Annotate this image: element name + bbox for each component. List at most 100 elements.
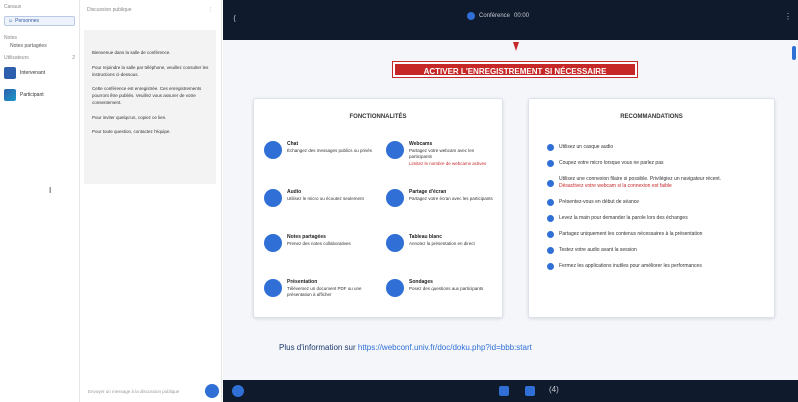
camera-button[interactable] <box>525 386 535 396</box>
info-icon <box>547 215 554 222</box>
session-info: Conférence 00:00 <box>467 12 529 20</box>
session-timer: 00:00 <box>514 13 530 19</box>
chat-message: Pour toute question, contactez l'équipe. <box>92 129 171 135</box>
user-list-item[interactable]: Participant <box>0 84 79 106</box>
arrow-icon <box>513 42 519 51</box>
feature-item: Notes partagées Prenez des notes collabor… <box>264 234 376 252</box>
feature-desc: Posez des questions aux participants <box>409 286 484 291</box>
recommendation-text: Testez votre audio avant la session <box>559 247 637 253</box>
chat-messages: Bienvenue dans la salle de conférence. P… <box>84 30 216 184</box>
info-icon <box>547 160 554 167</box>
info-icon <box>547 263 554 270</box>
send-button[interactable] <box>205 384 219 398</box>
feature-text: Présentation Téléversez un document PDF o… <box>287 279 376 299</box>
chat-title: Discussion publique <box>87 7 132 13</box>
sidebar-top-label: Canaux <box>4 4 22 10</box>
feature-item: Présentation Téléversez un document PDF o… <box>264 279 376 299</box>
recommendations-list: Utilisez un casque audio Coupez votre mi… <box>547 144 767 279</box>
presentation-icon <box>264 279 282 297</box>
recommendation-text: Coupez votre micro lorsque vous ne parle… <box>559 160 664 166</box>
info-icon <box>547 199 554 206</box>
feature-desc: Échangez des messages publics ou privés <box>287 148 373 153</box>
info-icon <box>547 179 554 187</box>
feature-item: Partage d'écran Partagez votre écran avec… <box>386 189 498 207</box>
users-count: 2 <box>72 55 75 61</box>
feature-desc: Utilisez le micro ou écoutez seulement <box>287 196 364 201</box>
user-list-item[interactable]: Intervenant <box>0 62 79 84</box>
feature-title: Chat <box>287 141 299 147</box>
record-banner: ACTIVER L'ENREGISTREMENT SI NÉCESSAIRE <box>393 62 637 77</box>
feature-title: Webcams <box>409 141 433 147</box>
user-icon: ☺ <box>8 18 14 24</box>
record-icon[interactable] <box>467 12 475 20</box>
users-section-header: Utilisateurs 2 <box>0 50 79 62</box>
features-panel: FONCTIONNALITÉS Chat Échangez des message… <box>253 98 503 318</box>
feature-desc: Partagez votre écran avec les participan… <box>409 196 493 201</box>
recommendations-panel: RECOMMANDATIONS Utilisez un casque audio… <box>528 98 775 318</box>
feature-item: Tableau blanc Annotez la présentation en … <box>386 234 498 252</box>
feature-text: Webcams Partagez votre webcam avec les pa… <box>409 141 498 167</box>
feature-desc: Partagez votre webcam avec les participa… <box>409 148 475 160</box>
text-cursor-icon: I <box>49 186 52 195</box>
options-menu-icon[interactable]: ⋮ <box>784 12 792 21</box>
shared-notes-item[interactable]: Notes partagées <box>0 42 79 50</box>
more-info-prefix: Plus d'information sur <box>279 343 356 352</box>
microphone-button[interactable] <box>499 386 509 396</box>
recommendation-text: Présentez-vous en début de séance <box>559 199 640 205</box>
feature-item: Webcams Partagez votre webcam avec les pa… <box>386 141 498 167</box>
chat-message: Pour rejoindre la salle par téléphone, v… <box>92 64 209 77</box>
feature-title: Audio <box>287 189 302 195</box>
feature-title: Présentation <box>287 279 318 285</box>
user-name: Participant <box>20 92 44 98</box>
feature-text: Sondages Posez des questions aux particip… <box>409 279 483 292</box>
feature-text: Audio Utilisez le micro ou écoutez seulem… <box>287 189 364 202</box>
recommendation-text: Fermez les applications inutiles pour am… <box>559 263 702 269</box>
feature-item: Audio Utilisez le micro ou écoutez seulem… <box>264 189 376 207</box>
recommendation-item: Fermez les applications inutiles pour am… <box>547 263 767 270</box>
recommendation-text: Partagez uniquement les contenus nécessa… <box>559 231 703 237</box>
chat-panel: Discussion publique ⋮ Bienvenue dans la … <box>80 0 222 402</box>
feature-title: Notes partagées <box>287 234 326 240</box>
scrollbar[interactable] <box>792 46 796 60</box>
collapse-icon[interactable]: ⟨ <box>233 14 236 23</box>
actions-button[interactable] <box>232 385 244 397</box>
presentation-area: ⟨ Conférence 00:00 ⋮ ACTIVER L'ENREGISTR… <box>223 0 798 402</box>
feature-item: Chat Échangez des messages publics ou pri… <box>264 141 376 159</box>
screen-share-icon <box>386 189 404 207</box>
features-title: FONCTIONNALITÉS <box>349 114 407 120</box>
presentation-top-bar: ⟨ Conférence 00:00 ⋮ <box>223 0 798 40</box>
avatar <box>4 67 16 79</box>
chat-input[interactable]: Envoyer un message à la discussion publi… <box>88 389 198 396</box>
microphone-icon <box>264 189 282 207</box>
recommendation-item: Partagez uniquement les contenus nécessa… <box>547 231 767 238</box>
poll-icon <box>386 279 404 297</box>
feature-text: Notes partagées Prenez des notes collabor… <box>287 234 351 247</box>
participant-count: (4) <box>549 385 559 394</box>
feature-title: Sondages <box>409 279 433 285</box>
webcam-icon <box>386 141 404 159</box>
chat-message: Cette conférence est enregistrée. Ces en… <box>92 86 202 105</box>
whiteboard-icon <box>386 234 404 252</box>
chat-icon <box>264 141 282 159</box>
feature-text: Tableau blanc Annotez la présentation en … <box>409 234 475 247</box>
feature-warning: Limitez le nombre de webcams actives <box>409 160 487 166</box>
avatar <box>4 89 16 101</box>
chat-menu-icon[interactable]: ⋮ <box>208 7 213 13</box>
feature-title: Tableau blanc <box>409 234 442 240</box>
users-section-title: Utilisateurs <box>4 55 29 61</box>
feature-desc: Prenez des notes collaboratives <box>287 241 351 246</box>
recommendation-item: Coupez votre micro lorsque vous ne parle… <box>547 160 767 167</box>
recommendation-warning: Désactivez votre webcam si la connexion … <box>559 183 672 189</box>
info-icon <box>547 144 554 151</box>
feature-text: Partage d'écran Partagez votre écran avec… <box>409 189 493 202</box>
left-sidebar: Canaux ☺ Personnes Notes Notes partagées… <box>0 0 80 402</box>
chat-header: Discussion publique ⋮ <box>80 0 221 28</box>
info-icon <box>547 247 554 254</box>
notes-icon <box>264 234 282 252</box>
more-info-link[interactable]: https://webconf.univ.fr/doc/doku.php?id=… <box>358 343 532 352</box>
recommendation-item: Utilisez un casque audio <box>547 144 767 151</box>
recommendation-text: Utilisez une connexion filaire si possib… <box>559 176 722 182</box>
people-tab[interactable]: ☺ Personnes <box>4 16 75 26</box>
recommendation-text: Utilisez un casque audio <box>559 144 614 150</box>
chat-message: Pour inviter quelqu'un, copiez ce lien. <box>92 114 167 120</box>
